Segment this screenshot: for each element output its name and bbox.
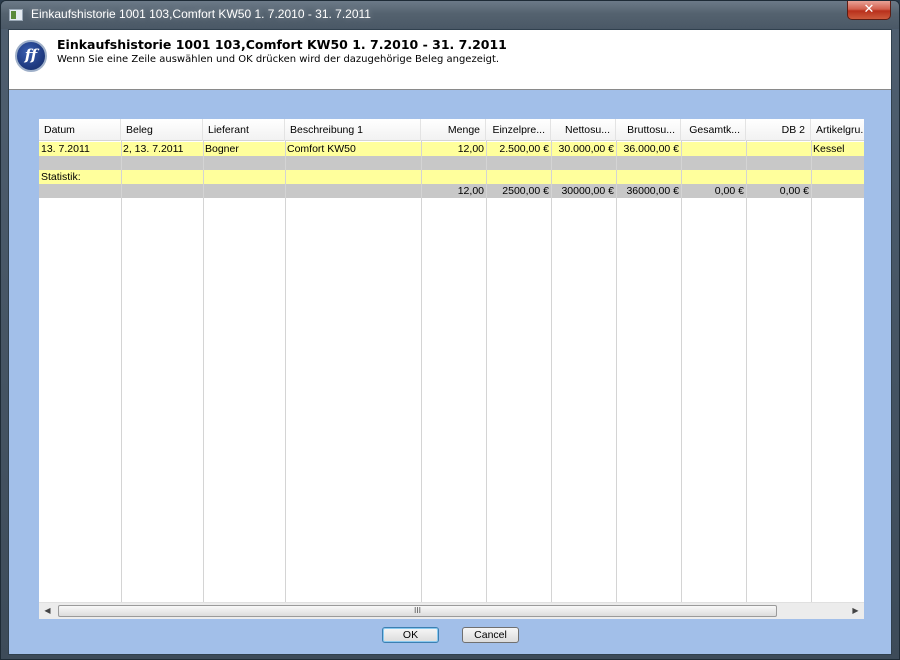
column-separator [811, 141, 812, 602]
column-header-db2[interactable]: DB 2 [746, 119, 811, 141]
cell-menge: 12,00 [457, 143, 484, 155]
scrollbar-thumb[interactable]: III [58, 605, 777, 617]
column-separator [486, 141, 487, 602]
table-row[interactable]: 13. 7.2011 2, 13. 7.2011 Bogner Comfort … [39, 142, 864, 156]
cell-statistik-label: Statistik: [41, 171, 81, 183]
column-separator [203, 141, 204, 602]
column-header-artikelgruppe[interactable]: Artikelgru... [811, 119, 864, 141]
cell-gesamtkosten-total: 0,00 € [714, 185, 744, 197]
column-separator [121, 141, 122, 602]
column-separator [746, 141, 747, 602]
cell-gesamtkosten [681, 142, 746, 156]
column-header-gesamtkosten[interactable]: Gesamtk... [681, 119, 746, 141]
cell-lieferant: Bogner [205, 143, 239, 155]
page-title: Einkaufshistorie 1001 103,Comfort KW50 1… [57, 37, 507, 52]
column-header-datum[interactable]: Datum [39, 119, 121, 141]
cell-bruttosumme: 36.000,00 € [623, 143, 679, 155]
column-separator [681, 141, 682, 602]
scroll-right-arrow-icon[interactable]: ▶ [847, 603, 864, 619]
title-bar[interactable]: Einkaufshistorie 1001 103,Comfort KW50 1… [1, 1, 899, 29]
horizontal-scrollbar[interactable]: ◀ III ▶ [39, 602, 864, 619]
scroll-left-arrow-icon[interactable]: ◀ [39, 603, 56, 619]
column-header-lieferant[interactable]: Lieferant [203, 119, 285, 141]
window-icon [9, 9, 23, 21]
column-header-menge[interactable]: Menge [421, 119, 486, 141]
cell-datum [39, 156, 121, 170]
column-header-beschreibung[interactable]: Beschreibung 1 [285, 119, 421, 141]
table-header: Datum Beleg Lieferant Beschreibung 1 Men… [39, 119, 864, 141]
cell-db2 [746, 142, 811, 156]
cell-beleg: 2, 13. 7.2011 [123, 143, 184, 155]
page-subtitle: Wenn Sie eine Zeile auswählen und OK drü… [57, 54, 500, 65]
window-title: Einkaufshistorie 1001 103,Comfort KW50 1… [31, 7, 371, 21]
dialog-client-area: ff Einkaufshistorie 1001 103,Comfort KW5… [8, 29, 892, 655]
column-header-bruttosumme[interactable]: Bruttosu... [616, 119, 681, 141]
column-header-nettosumme[interactable]: Nettosu... [551, 119, 616, 141]
cell-nettosumme-total: 30000,00 € [561, 185, 614, 197]
cell-artikelgruppe: Kessel [813, 143, 845, 155]
cancel-button[interactable]: Cancel [462, 627, 519, 643]
header-panel: ff Einkaufshistorie 1001 103,Comfort KW5… [9, 30, 891, 90]
cell-einzelpreis: 2.500,00 € [499, 143, 549, 155]
column-separator [616, 141, 617, 602]
cell-datum: 13. 7.2011 [41, 143, 90, 155]
app-logo-icon: ff [15, 40, 47, 72]
cell-beschreibung: Comfort KW50 [287, 143, 356, 155]
column-header-beleg[interactable]: Beleg [121, 119, 203, 141]
dialog-window: Einkaufshistorie 1001 103,Comfort KW50 1… [0, 0, 900, 660]
table-row[interactable] [39, 156, 864, 170]
close-button[interactable]: ✕ [847, 1, 891, 20]
purchase-history-table[interactable]: Datum Beleg Lieferant Beschreibung 1 Men… [39, 119, 864, 619]
ok-button[interactable]: OK [382, 627, 439, 643]
cell-einzelpreis-total: 2500,00 € [502, 185, 549, 197]
cell-bruttosumme-total: 36000,00 € [626, 185, 679, 197]
table-row-statistik[interactable]: Statistik: [39, 170, 864, 184]
table-row-totals[interactable]: 12,00 2500,00 € 30000,00 € 36000,00 € 0,… [39, 184, 864, 198]
column-separator [551, 141, 552, 602]
cell-nettosumme: 30.000,00 € [558, 143, 614, 155]
column-separator [421, 141, 422, 602]
column-header-einzelpreis[interactable]: Einzelpre... [486, 119, 551, 141]
cell-menge-total: 12,00 [457, 185, 484, 197]
cell-db2-total: 0,00 € [779, 185, 809, 197]
column-separator [285, 141, 286, 602]
